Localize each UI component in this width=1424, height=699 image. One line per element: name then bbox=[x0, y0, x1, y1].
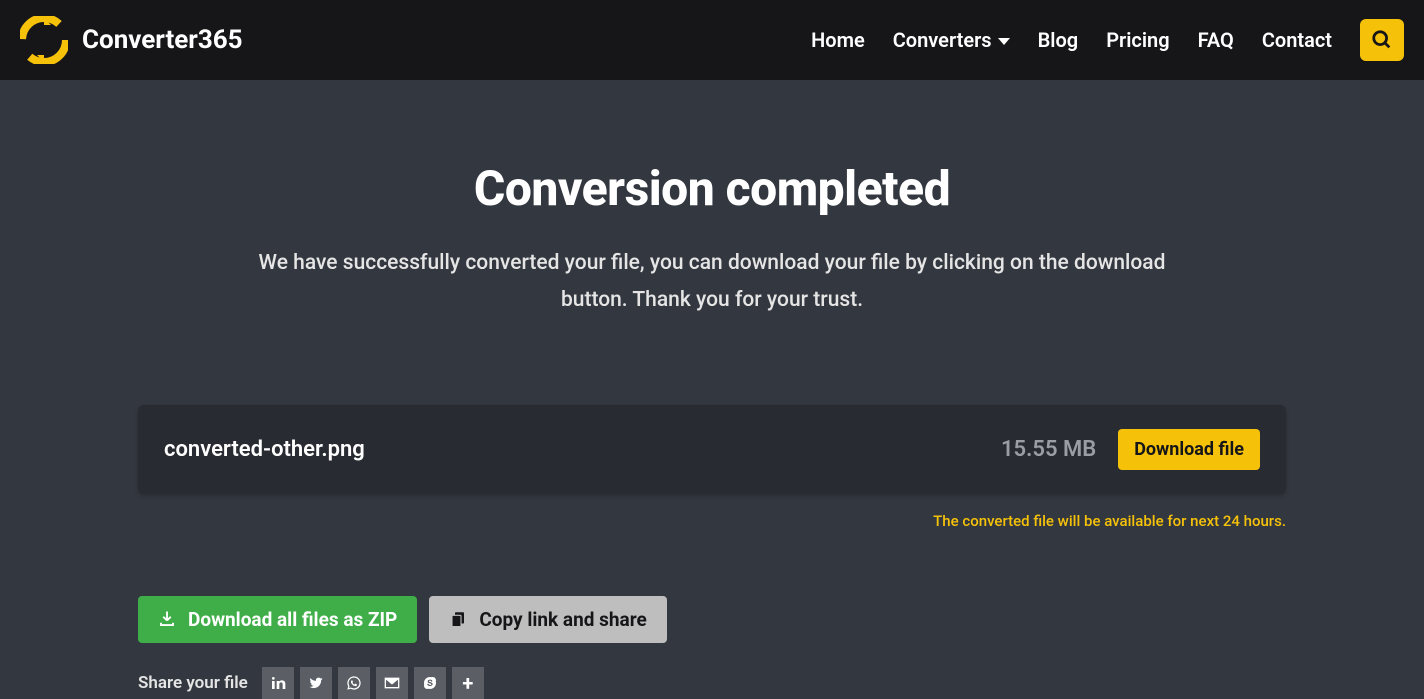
file-row-right: 15.55 MB Download file bbox=[1001, 429, 1260, 470]
twitter-icon bbox=[308, 675, 324, 691]
nav-pricing[interactable]: Pricing bbox=[1106, 28, 1169, 52]
download-icon bbox=[158, 610, 176, 628]
file-row: converted-other.png 15.55 MB Download fi… bbox=[138, 405, 1286, 494]
nav-home[interactable]: Home bbox=[811, 28, 865, 52]
copy-icon bbox=[449, 610, 467, 628]
plus-icon: + bbox=[462, 673, 473, 693]
share-skype[interactable] bbox=[414, 667, 446, 699]
share-label: Share your file bbox=[138, 673, 248, 693]
share-more[interactable]: + bbox=[452, 667, 484, 699]
download-zip-button[interactable]: Download all files as ZIP bbox=[138, 596, 417, 643]
share-row: Share your file bbox=[138, 667, 1286, 699]
actions-row: Download all files as ZIP Copy link and … bbox=[138, 596, 1286, 643]
file-size: 15.55 MB bbox=[1001, 437, 1096, 462]
logo[interactable]: Converter365 bbox=[20, 16, 243, 64]
header: Converter365 Home Converters Blog Pricin… bbox=[0, 0, 1424, 80]
share-twitter[interactable] bbox=[300, 667, 332, 699]
brand-name: Converter365 bbox=[82, 25, 243, 55]
nav-converters-label: Converters bbox=[893, 28, 992, 52]
share-whatsapp[interactable] bbox=[338, 667, 370, 699]
nav-blog[interactable]: Blog bbox=[1038, 28, 1079, 52]
copy-link-label: Copy link and share bbox=[479, 608, 646, 631]
copy-link-button[interactable]: Copy link and share bbox=[429, 596, 666, 643]
share-linkedin[interactable] bbox=[262, 667, 294, 699]
search-icon bbox=[1371, 29, 1393, 51]
expiry-note: The converted file will be available for… bbox=[138, 512, 1286, 530]
email-icon bbox=[384, 675, 400, 691]
nav-contact[interactable]: Contact bbox=[1262, 28, 1332, 52]
file-name: converted-other.png bbox=[164, 437, 365, 462]
logo-icon bbox=[20, 16, 68, 64]
download-file-button[interactable]: Download file bbox=[1118, 429, 1260, 470]
main-content: Conversion completed We have successfull… bbox=[0, 80, 1424, 699]
search-button[interactable] bbox=[1360, 19, 1404, 61]
linkedin-icon bbox=[270, 675, 286, 691]
share-icons: + bbox=[262, 667, 484, 699]
page-title: Conversion completed bbox=[0, 160, 1424, 217]
caret-down-icon bbox=[998, 38, 1010, 45]
skype-icon bbox=[422, 675, 438, 691]
share-email[interactable] bbox=[376, 667, 408, 699]
download-zip-label: Download all files as ZIP bbox=[188, 608, 397, 631]
nav-converters[interactable]: Converters bbox=[893, 28, 1010, 52]
page-subtitle: We have successfully converted your file… bbox=[252, 245, 1172, 319]
nav-faq[interactable]: FAQ bbox=[1198, 28, 1234, 52]
whatsapp-icon bbox=[346, 675, 362, 691]
nav: Home Converters Blog Pricing FAQ Contact bbox=[811, 19, 1404, 61]
